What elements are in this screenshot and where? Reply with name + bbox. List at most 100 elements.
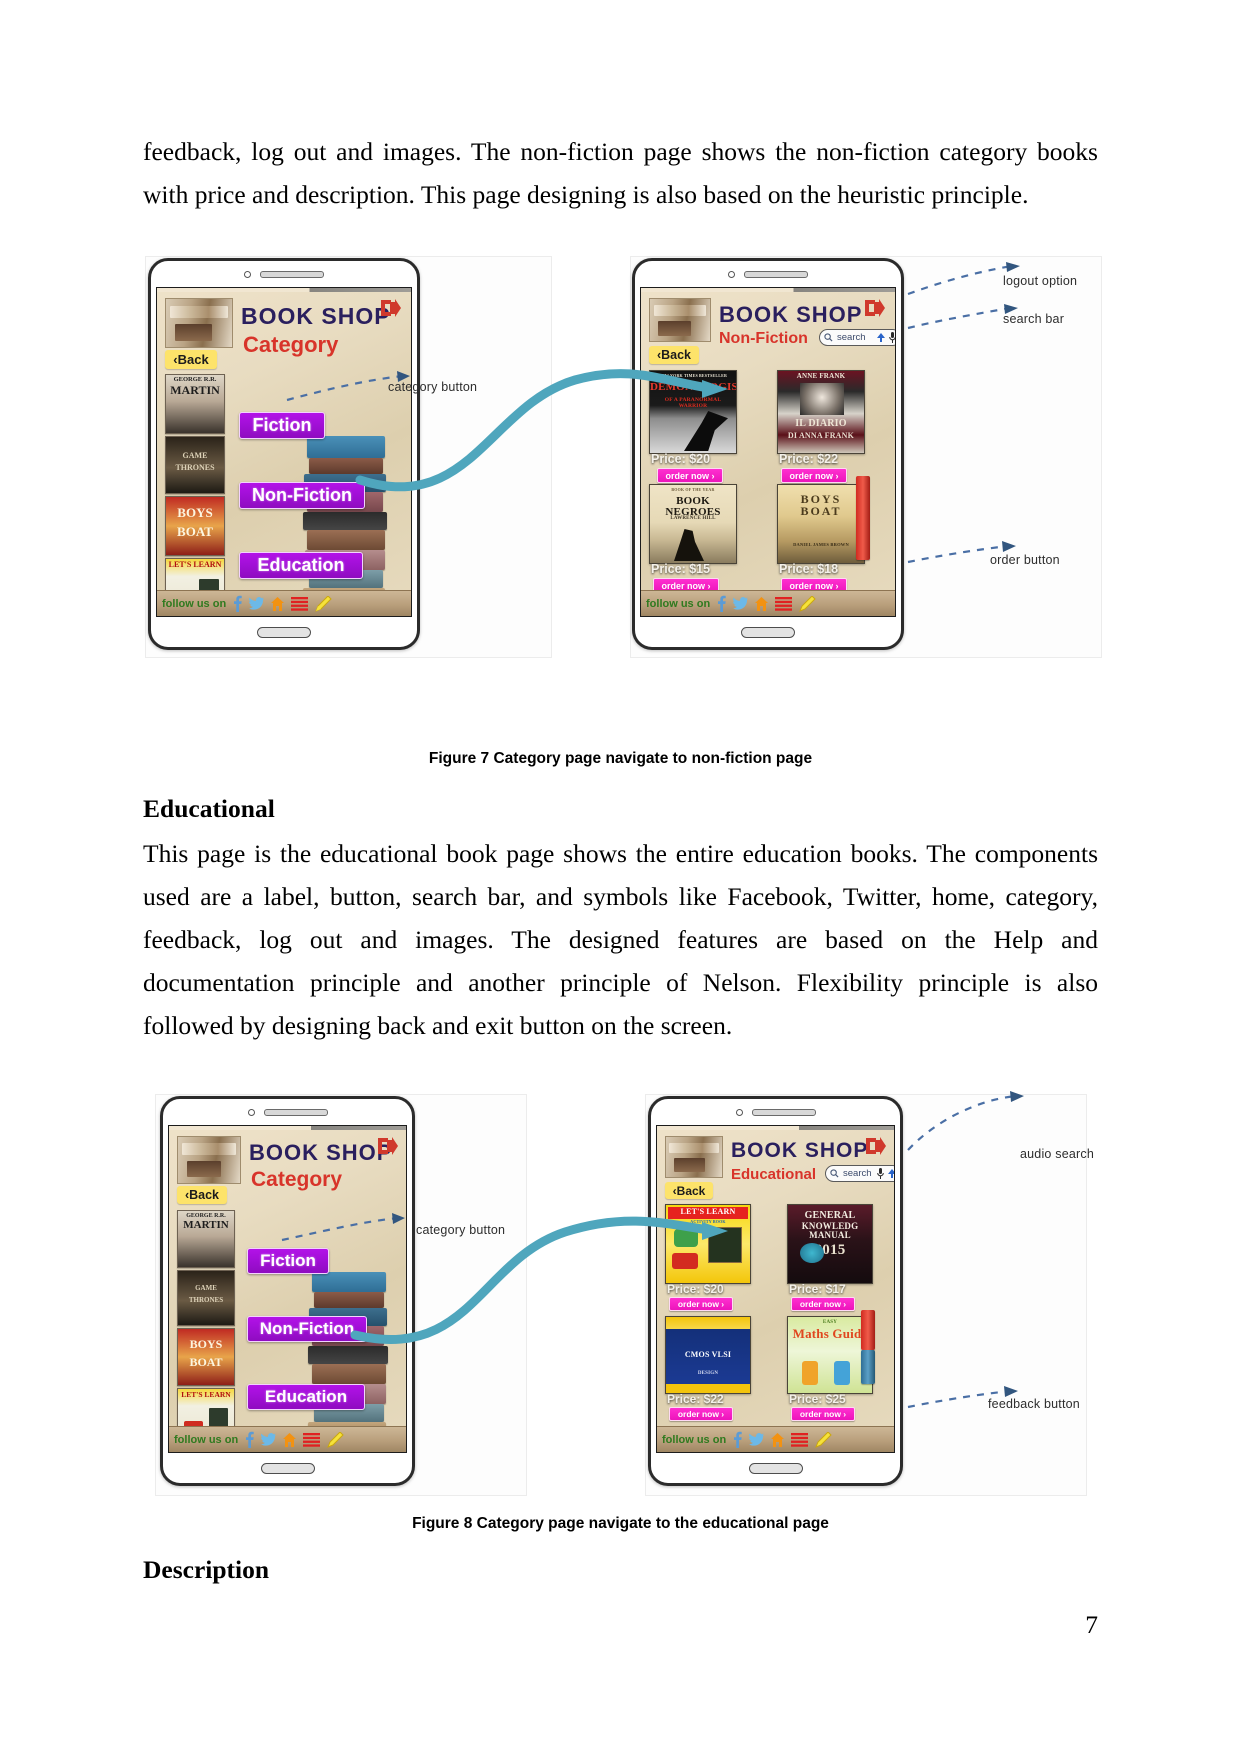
home-icon[interactable] [755, 596, 769, 611]
feedback-icon[interactable] [791, 1432, 809, 1447]
phone-top-bar [635, 261, 901, 287]
back-button[interactable]: ‹Back [165, 350, 217, 369]
home-button[interactable] [741, 626, 795, 638]
globe-decor [800, 1243, 824, 1263]
footer-social-bar: follow us on [657, 1426, 894, 1452]
cover-title: Maths Guide [792, 1326, 868, 1341]
speaker-icon [744, 270, 808, 278]
price-label: Price: $17 [789, 1282, 846, 1296]
speaker-icon [751, 1108, 816, 1116]
facebook-icon[interactable] [717, 595, 726, 612]
feedback-icon[interactable] [775, 596, 793, 611]
book-cover: ANNE FRANK IL DIARIO DI ANNA FRANK [777, 370, 865, 454]
search-bar[interactable]: search [819, 329, 896, 346]
page-title: Category [251, 1168, 343, 1191]
product-card[interactable]: ANNE FRANK IL DIARIO DI ANNA FRANK Price… [777, 370, 893, 483]
search-icon [830, 1169, 839, 1178]
speaker-icon [263, 1108, 328, 1116]
home-icon[interactable] [271, 596, 285, 611]
home-button[interactable] [748, 1462, 803, 1474]
rail-book-label: BOYS [177, 505, 213, 521]
product-card[interactable]: BOYS BOAT DANIEL JAMES BROWN Price: $18 … [777, 484, 893, 593]
cover-subtitle: DI ANNA FRANK [787, 431, 855, 440]
flow-arrow [355, 369, 728, 492]
app-logo-thumbnail [165, 298, 233, 348]
paragraph-intro: feedback, log out and images. The non-fi… [143, 137, 1098, 209]
up-arrow-icon[interactable] [877, 333, 885, 342]
cover-portrait [800, 383, 844, 415]
pencil-icon[interactable] [327, 1431, 344, 1448]
facebook-icon[interactable] [733, 1431, 742, 1448]
facebook-icon[interactable] [245, 1431, 254, 1448]
book-cover: GENERAL KNOWLEDG MANUAL 2015 [787, 1204, 873, 1284]
rail-book: BOYS BOAT [177, 1328, 235, 1386]
cover-top-text: ANNE FRANK [796, 372, 846, 380]
rail-book-label: BOAT [177, 523, 213, 539]
rail-book-label: MARTIN [183, 1218, 229, 1231]
pencil-icon[interactable] [315, 595, 332, 612]
price-label: Price: $22 [779, 452, 839, 466]
feedback-icon[interactable] [291, 596, 309, 611]
annotation-leader-audio [907, 1091, 1024, 1151]
up-arrow-icon[interactable] [888, 1169, 895, 1178]
order-now-button[interactable]: order now › [791, 1407, 855, 1421]
logout-icon[interactable] [864, 298, 886, 318]
search-placeholder: search [843, 1168, 872, 1179]
twitter-icon[interactable] [249, 596, 265, 611]
order-now-button[interactable]: order now › [791, 1297, 855, 1311]
camera-icon [728, 270, 735, 278]
microphone-icon[interactable] [889, 332, 896, 343]
cover-title: KNOWLEDG MANUAL [801, 1221, 859, 1241]
paragraph-educational: This page is the educational book page s… [143, 839, 1098, 1040]
cover-subtitle: DANIEL JAMES BROWN [793, 542, 849, 547]
logout-icon[interactable] [865, 1136, 887, 1156]
phone-bottom-bar [651, 1453, 900, 1483]
product-card[interactable]: GENERAL KNOWLEDG MANUAL 2015 Price: $17 … [787, 1204, 894, 1311]
page-title: Category [243, 332, 339, 357]
product-card[interactable]: EASY Maths Guide Price: $25 order now › [787, 1316, 894, 1421]
search-icon [824, 333, 833, 342]
phone-bottom-bar [635, 617, 901, 647]
home-button[interactable] [257, 626, 311, 638]
back-button[interactable]: ‹Back [177, 1186, 227, 1204]
kid-decor [802, 1361, 818, 1385]
home-button[interactable] [260, 1462, 315, 1474]
rail-book-label: THRONES [175, 462, 215, 472]
twitter-icon[interactable] [749, 1432, 765, 1447]
price-label: Price: $22 [667, 1392, 724, 1406]
order-now-button[interactable]: order now › [781, 468, 847, 483]
search-bar[interactable]: search [825, 1165, 895, 1182]
footer-label: follow us on [646, 597, 711, 610]
annotation-audio-search: audio search [1020, 1147, 1094, 1161]
phone-top-bar [163, 1099, 412, 1125]
book-spine-decor [861, 1310, 875, 1350]
microphone-icon[interactable] [877, 1168, 884, 1179]
app-logo-thumbnail [177, 1136, 241, 1184]
home-icon[interactable] [771, 1432, 785, 1447]
facebook-icon[interactable] [233, 595, 242, 612]
annotation-search-bar: search bar [1003, 312, 1065, 326]
category-button-education[interactable]: Education [239, 552, 363, 579]
twitter-icon[interactable] [733, 596, 749, 611]
rail-book: GEORGE R.R. MARTIN [177, 1210, 235, 1268]
heading-description: Description [143, 1555, 270, 1584]
cover-top-text: GENERAL [804, 1210, 856, 1221]
order-now-button[interactable]: order now › [669, 1407, 733, 1421]
feedback-icon[interactable] [303, 1432, 321, 1447]
camera-icon [247, 1108, 255, 1116]
home-icon[interactable] [283, 1432, 297, 1447]
rail-book-label: THRONES [188, 1295, 224, 1304]
category-button-fiction[interactable]: Fiction [239, 412, 325, 439]
pencil-icon[interactable] [815, 1431, 832, 1448]
phone-bottom-bar [151, 617, 417, 647]
rail-book: GAME THRONES [177, 1270, 235, 1326]
category-button-education[interactable]: Education [247, 1384, 365, 1410]
figure7-caption: Figure 7 Category page navigate to non-f… [428, 750, 813, 767]
twitter-icon[interactable] [261, 1432, 277, 1447]
cover-top-text: EASY [822, 1320, 838, 1325]
pencil-icon[interactable] [799, 595, 816, 612]
document-page: feedback, log out and images. The non-fi… [0, 0, 1241, 1754]
annotation-category-button: category button [388, 380, 478, 394]
rail-book-label: BOAT [189, 1354, 223, 1369]
annotation-category-button: category button [416, 1223, 506, 1237]
